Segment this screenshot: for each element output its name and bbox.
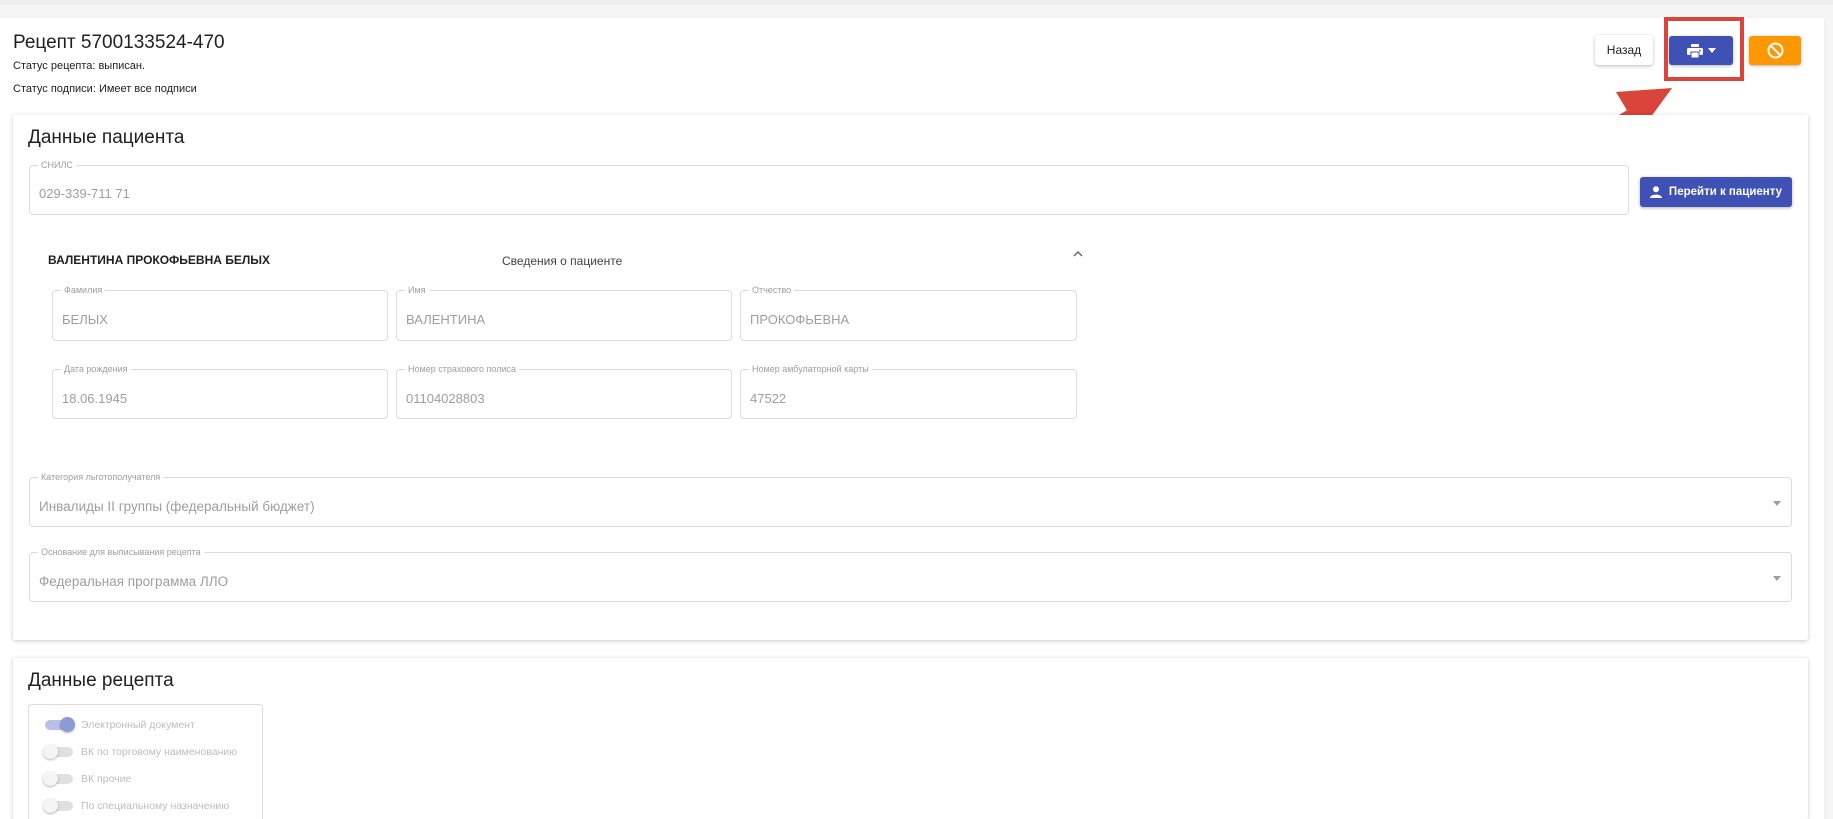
outpatient-card-value: 47522 [750,391,787,406]
switch-label: По специальному назначению [81,800,230,812]
switch-label: Электронный документ [81,719,195,731]
outpatient-card-label: Номер амбулаторной карты [749,363,872,375]
snils-label: СНИЛС [38,159,76,171]
switch-special-purpose[interactable]: По специальному назначению [43,797,230,815]
last-name-label: Фамилия [61,284,106,296]
go-to-patient-button[interactable]: Перейти к пациенту [1640,177,1792,207]
last-name-field[interactable]: Фамилия БЕЛЫХ [52,284,388,341]
policy-number-value: 01104028803 [406,391,485,406]
first-name-label: Имя [405,284,429,296]
patient-full-name: ВАЛЕНТИНА ПРОКОФЬЕВНА БЕЛЫХ [48,253,271,267]
birth-date-field[interactable]: Дата рождения 18.06.1945 [52,363,388,419]
beneficiary-category-select[interactable]: Категория льготополучателя Инвалиды II г… [29,471,1792,527]
switch-label: ВК по торговому наименованию [81,746,238,758]
cancel-recipe-button[interactable] [1749,36,1801,65]
toggle-switch[interactable] [43,798,73,813]
page-title: Рецепт 5700133524-470 [13,32,225,53]
dropdown-arrow-icon [1773,576,1781,581]
person-icon [1649,186,1662,198]
switch-label: ВК прочие [81,773,132,785]
toggle-switch[interactable] [43,744,73,759]
switch-electronic-document[interactable]: Электронный документ [45,716,195,734]
patient-section: Данные пациента СНИЛС 029-339-711 71 Пер… [13,115,1808,640]
switch-vk-trade-name[interactable]: ВК по торговому наименованию [43,743,238,761]
toggle-switch[interactable] [45,717,75,732]
first-name-value: ВАЛЕНТИНА [406,312,486,327]
prescription-basis-value: Федеральная программа ЛЛО [39,574,229,589]
policy-number-label: Номер страхового полиса [405,363,519,375]
first-name-field[interactable]: Имя ВАЛЕНТИНА [396,284,732,341]
birth-date-value: 18.06.1945 [62,391,128,406]
block-icon [1767,42,1783,59]
top-bar [0,0,1833,5]
prescription-basis-select[interactable]: Основание для выписывания рецепта Федера… [29,546,1792,602]
patronymic-field[interactable]: Отчество ПРОКОФЬЕВНА [740,284,1077,341]
section-title-prescription: Данные рецепта [28,670,174,691]
recipe-status: Статус рецепта: выписан. [13,60,146,72]
snils-field[interactable]: СНИЛС 029-339-711 71 [29,159,1629,215]
outpatient-card-field[interactable]: Номер амбулаторной карты 47522 [740,363,1077,419]
patronymic-value: ПРОКОФЬЕВНА [750,312,850,327]
beneficiary-category-value: Инвалиды II группы (федеральный бюджет) [39,499,315,514]
prescription-section: Данные рецепта Электронный документ ВК п… [13,658,1808,819]
switch-vk-other[interactable]: ВК прочие [43,770,132,788]
toggle-switch[interactable] [43,771,73,786]
prescription-flags-box: Электронный документ ВК по торговому наи… [28,704,263,819]
beneficiary-category-label: Категория льготополучателя [38,471,164,483]
policy-number-field[interactable]: Номер страхового полиса 01104028803 [396,363,732,419]
prescription-basis-label: Основание для выписывания рецепта [38,546,204,558]
chevron-up-icon[interactable] [1073,250,1083,257]
patronymic-label: Отчество [749,284,795,296]
patient-info-toggle-label[interactable]: Сведения о пациенте [502,254,622,268]
page: Рецепт 5700133524-470 Статус рецепта: вы… [0,0,1833,819]
birth-date-label: Дата рождения [61,363,131,375]
last-name-value: БЕЛЫХ [62,312,108,327]
dropdown-arrow-icon [1773,501,1781,506]
go-to-patient-label: Перейти к пациенту [1668,186,1783,198]
section-title-patient: Данные пациента [28,127,185,148]
snils-value: 029-339-711 71 [39,186,130,201]
signature-status: Статус подписи: Имеет все подписи [13,83,197,95]
